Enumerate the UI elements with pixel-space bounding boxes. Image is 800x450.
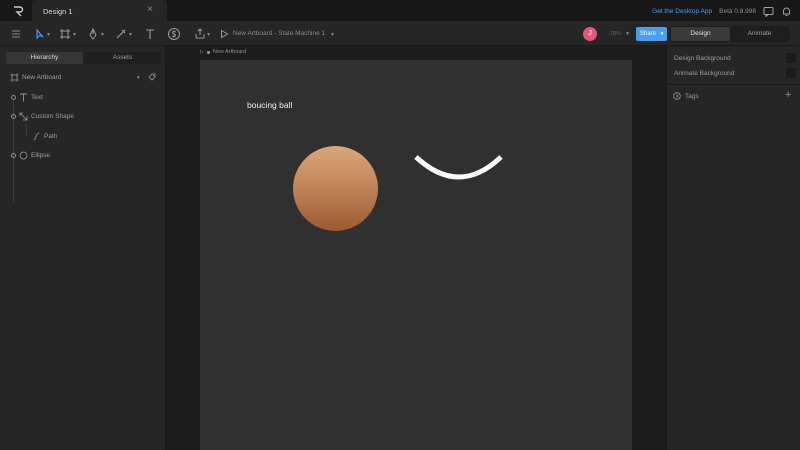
tree-row-custom-shape[interactable]: Custom Shape xyxy=(11,110,74,122)
shape-tool-caret-icon[interactable]: ▼ xyxy=(128,32,133,38)
artboard-icon xyxy=(10,73,19,81)
artboard-tool-caret-icon[interactable]: ▼ xyxy=(72,32,77,38)
state-machine-title[interactable]: New Artboard - State Machine 1 xyxy=(233,30,325,37)
artboard-label-text: New Artboard xyxy=(212,49,247,55)
share-button-label: Share xyxy=(640,31,657,37)
rive-logo-icon[interactable] xyxy=(12,5,24,17)
dollar-icon[interactable] xyxy=(167,27,181,41)
get-desktop-app-link[interactable]: Get the Desktop App xyxy=(652,8,712,15)
tree-item-label: Path xyxy=(44,132,58,140)
tree-row-artboard[interactable]: New Artboard ▼ xyxy=(10,71,160,83)
hierarchy-panel: Hierarchy Assets New Artboard ▼ Text Cus… xyxy=(0,46,166,450)
user-avatar[interactable]: J xyxy=(583,27,597,41)
tree-item-label: Ellipse xyxy=(31,151,51,159)
tags-label: Tags xyxy=(685,92,699,100)
canvas-text-layer[interactable]: boucing ball xyxy=(247,100,292,110)
tags-expand-icon[interactable] xyxy=(673,92,681,100)
artboard-dot-icon xyxy=(206,50,210,54)
zoom-level[interactable]: 78% xyxy=(610,31,621,37)
artboard-tool-icon[interactable] xyxy=(58,27,72,41)
shape-tool-icon[interactable] xyxy=(114,27,128,41)
tags-section[interactable]: Tags xyxy=(673,92,699,100)
tab-bar: Design 1 × Get the Desktop App Beta 0.8.… xyxy=(0,0,800,23)
pen-tool-caret-icon[interactable]: ▼ xyxy=(100,32,105,38)
animate-background-swatch[interactable] xyxy=(786,68,796,78)
play-icon[interactable] xyxy=(217,27,231,41)
zoom-caret-icon[interactable]: ▼ xyxy=(625,31,630,37)
notifications-bell-icon[interactable] xyxy=(781,6,792,17)
ellipse-ball[interactable] xyxy=(293,146,378,231)
visibility-dot-icon[interactable] xyxy=(11,152,16,158)
animate-mode-button[interactable]: Animate xyxy=(730,27,789,41)
tree-item-label: Custom Shape xyxy=(31,112,74,120)
share-button[interactable]: Share ▼ xyxy=(636,27,667,41)
document-tab[interactable]: Design 1 × xyxy=(32,0,167,23)
select-tool-caret-icon[interactable]: ▼ xyxy=(46,32,51,38)
document-tab-label: Design 1 xyxy=(43,7,73,16)
visibility-dot-icon[interactable] xyxy=(11,113,16,119)
feedback-icon[interactable] xyxy=(763,6,774,17)
ellipse-icon xyxy=(19,151,28,159)
custom-shape-path[interactable] xyxy=(412,152,507,184)
select-tool-icon[interactable] xyxy=(33,27,47,41)
artboard-label[interactable]: ▷ New Artboard xyxy=(200,49,246,55)
text-tool-icon[interactable] xyxy=(143,27,157,41)
main-toolbar: ▼ ▼ ▼ ▼ ▼ New Artboard - State Machine 1… xyxy=(0,22,800,46)
tab-assets[interactable]: Assets xyxy=(84,52,161,64)
artboard[interactable] xyxy=(200,60,632,450)
artboard-play-icon[interactable]: ▷ xyxy=(200,49,204,55)
pen-tool-icon[interactable] xyxy=(86,27,100,41)
tree-row-path[interactable]: Path xyxy=(32,130,57,142)
mode-toggle: Design Animate xyxy=(670,26,790,42)
visibility-dot-icon[interactable] xyxy=(11,94,16,100)
animate-background-label: Animate Background xyxy=(674,70,735,77)
text-icon xyxy=(20,93,27,101)
panel-divider xyxy=(667,84,800,85)
export-icon[interactable] xyxy=(193,27,207,41)
design-background-label: Design Background xyxy=(674,55,731,62)
close-tab-icon[interactable]: × xyxy=(147,5,153,15)
artboard-name: New Artboard xyxy=(22,73,62,81)
tree-row-ellipse[interactable]: Ellipse xyxy=(11,149,50,161)
export-caret-icon[interactable]: ▼ xyxy=(206,32,211,38)
add-tag-icon[interactable]: + xyxy=(785,90,791,101)
path-icon xyxy=(33,132,40,140)
top-right-actions: Get the Desktop App Beta 0.8.998 xyxy=(652,6,792,17)
left-panel-tabs: Hierarchy Assets xyxy=(6,52,161,64)
properties-panel: Design Background Animate Background Tag… xyxy=(666,46,800,450)
tree-row-text[interactable]: Text xyxy=(11,91,43,103)
tag-icon[interactable] xyxy=(148,73,156,81)
design-mode-button[interactable]: Design xyxy=(671,27,730,41)
tree-guide-line-child xyxy=(26,124,27,136)
menu-icon[interactable] xyxy=(9,27,23,41)
tab-hierarchy[interactable]: Hierarchy xyxy=(6,52,83,64)
custom-shape-icon xyxy=(19,112,28,120)
design-background-swatch[interactable] xyxy=(786,53,796,63)
beta-version-label: Beta 0.8.998 xyxy=(719,8,756,15)
artboard-caret-icon[interactable]: ▼ xyxy=(136,75,140,80)
tree-item-label: Text xyxy=(31,93,43,101)
share-caret-icon: ▼ xyxy=(659,31,665,36)
state-machine-caret-icon[interactable]: ▼ xyxy=(330,32,335,38)
